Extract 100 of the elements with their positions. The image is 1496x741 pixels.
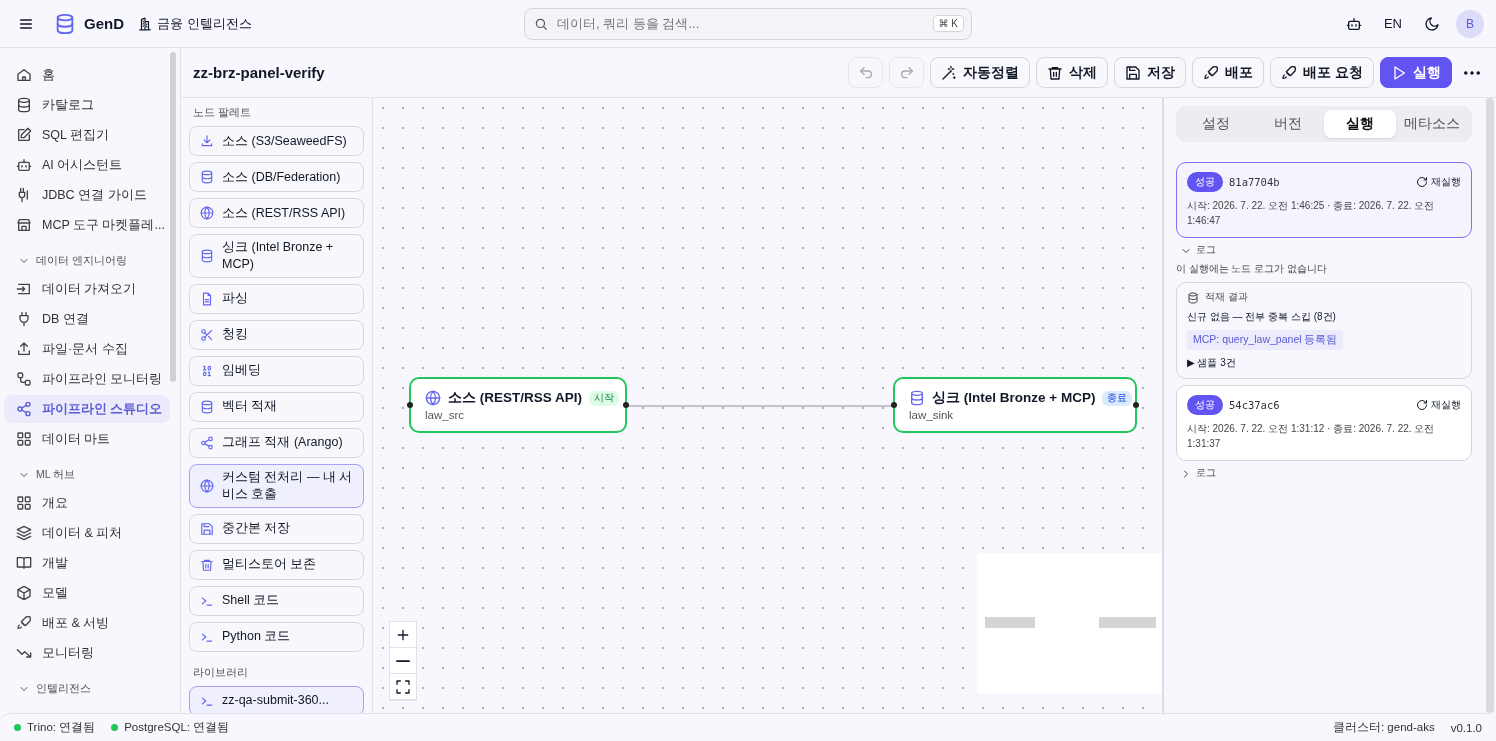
tab[interactable]: 버전 [1252, 110, 1324, 138]
language-button[interactable]: EN [1377, 10, 1408, 37]
sidebar-item[interactable]: 개요 [4, 489, 170, 517]
import-icon [16, 281, 32, 297]
scissors-icon [200, 327, 214, 342]
palette-item[interactable]: 파싱 [189, 283, 364, 314]
db-icon [200, 248, 214, 263]
robot-icon [1345, 15, 1362, 32]
log-toggle[interactable]: 로그 [1176, 244, 1216, 257]
sidebar-item[interactable]: 모델 [4, 579, 170, 607]
sidebar-item[interactable]: AI 어시스턴트 [4, 151, 170, 179]
db-icon [909, 390, 925, 406]
toolbar-button[interactable]: 삭제 [1036, 57, 1109, 88]
palette-item[interactable]: 소스 (DB/Federation) [189, 162, 364, 192]
moon-icon [1424, 15, 1440, 32]
log-message: 이 실행에는 노드 로그가 없습니다 [1176, 263, 1328, 276]
sidebar-item[interactable]: 홈 [4, 61, 170, 89]
minimap-node [1099, 617, 1156, 628]
plug-icon [16, 311, 32, 327]
section-header[interactable]: 인텔리전스 [4, 668, 170, 702]
toolbar-button[interactable]: 자동정렬 [930, 57, 1031, 88]
pipeline-node[interactable]: 싱크 (Intel Bronze + MCP) 종료 law_sink [893, 377, 1137, 433]
share-icon [16, 401, 32, 417]
fullscreen-icon [395, 678, 411, 695]
pipeline-title: zz-brz-panel-verify [193, 64, 325, 81]
toolbar-button[interactable]: 배포 요청 [1270, 57, 1374, 88]
rocket-icon [1203, 64, 1220, 81]
sidebar-item[interactable]: 파이프라인 모니터링 [4, 365, 170, 393]
save-icon [200, 521, 214, 536]
building-icon [138, 16, 152, 31]
node-handle[interactable] [407, 402, 413, 408]
run-button[interactable]: 실행 [1380, 57, 1452, 88]
tab[interactable]: 설정 [1180, 110, 1252, 138]
palette-item[interactable]: Shell 코드 [189, 585, 364, 616]
globe-icon [425, 390, 441, 406]
db-icon [200, 170, 214, 184]
run-time: 시작: 2026. 7. 22. 오전 1:31:12 · 종료: 2026. 7. 22. 오전 1:31:37 [1187, 422, 1436, 451]
sidebar-item[interactable]: 데이터 마트 [4, 425, 170, 453]
node-handle[interactable] [623, 402, 629, 408]
node-handle[interactable] [891, 402, 897, 408]
sidebar-item[interactable]: DB 연결 [4, 305, 170, 333]
result-tag: MCP: query_law_panel 등록됨 [1187, 330, 1344, 350]
sidebar-item[interactable]: 파이프라인 스튜디오 [4, 395, 170, 423]
node-id: law_sink [909, 409, 955, 421]
palette-item[interactable]: Python 코드 [189, 621, 364, 652]
sidebar-item[interactable]: JDBC 연결 가이드 [4, 181, 170, 209]
sidebar-item[interactable]: 파일·문서 수집 [4, 335, 170, 363]
home-icon [16, 67, 32, 83]
palette-item[interactable]: 싱크 (Intel Bronze + MCP) [189, 234, 364, 278]
palette-item[interactable]: 중간본 저장 [189, 513, 364, 544]
sidebar-item[interactable]: 모니터링 [4, 639, 170, 667]
sidebar-item[interactable]: SQL 편집기 [4, 121, 170, 149]
sidebar-item[interactable]: 개발 [4, 549, 170, 577]
rocket-icon [1281, 64, 1298, 81]
tab[interactable]: 실행 [1324, 110, 1396, 138]
section-header[interactable]: 데이터 엔지니어링 [4, 240, 170, 274]
version-label: v0.1.0 [1450, 721, 1482, 734]
palette-item[interactable]: 벡터 적재 [189, 391, 364, 422]
run-id: 81a7704b [1229, 176, 1281, 188]
log-toggle[interactable]: 로그 [1176, 467, 1216, 480]
minus-icon [396, 658, 410, 663]
upload-icon [16, 341, 32, 357]
palette-item[interactable]: 청킹 [189, 319, 364, 350]
palette-item[interactable]: 그래프 적재 (Arango) [189, 427, 364, 458]
sidebar-item[interactable]: 데이터 & 피처 [4, 519, 170, 547]
palette-item[interactable]: 임베딩 [189, 355, 364, 386]
samples-toggle[interactable]: ▶ 샘플 3건 [1187, 356, 1236, 370]
box-icon [16, 585, 32, 601]
more-icon [1464, 70, 1480, 75]
sidebar-item[interactable]: MCP 도구 마켓플레... [4, 211, 170, 239]
palette-item[interactable]: 커스텀 전처리 — 내 서비스 호출 [189, 463, 364, 508]
avatar[interactable]: B [1456, 9, 1484, 38]
library-item[interactable]: zz-qa-submit-360... [189, 685, 364, 713]
rerun-button[interactable]: 재실행 [1416, 175, 1461, 189]
toolbar-button[interactable]: 저장 [1114, 57, 1187, 88]
db-icon [1187, 291, 1199, 304]
globe-icon [200, 478, 214, 493]
scrollbar[interactable] [1486, 98, 1494, 713]
section-header[interactable]: ML 허브 [4, 454, 170, 488]
sidebar-item[interactable]: 데이터 가져오기 [4, 275, 170, 303]
tab[interactable]: 메타소스 [1396, 110, 1468, 138]
book-icon [16, 555, 32, 571]
sidebar-item[interactable]: 카탈로그 [4, 91, 170, 119]
scrollbar[interactable] [170, 52, 176, 382]
workspace-button[interactable]: 금융 인텔리전스 [138, 14, 252, 33]
node-handle[interactable] [1133, 402, 1139, 408]
palette-item[interactable]: 소스 (REST/RSS API) [189, 198, 364, 228]
robot-icon [16, 157, 32, 173]
palette-item[interactable]: 멀티스토어 보존 [189, 549, 364, 580]
sidebar-item[interactable]: 배포 & 서빙 [4, 609, 170, 637]
undo-icon [857, 64, 874, 81]
pipeline-node[interactable]: 소스 (REST/RSS API) 시작 law_src [409, 377, 627, 433]
rerun-button[interactable]: 재실행 [1416, 398, 1461, 412]
connection-status: Trino: 연결됨 [27, 720, 96, 735]
play-icon [1391, 64, 1407, 81]
run-card[interactable]: 성공 81a7704b 재실행 시작: 2026. 7. 22. 오전 1:46:25 · 종료: 2026. 7. 22. 오전 1:46:47 [1176, 162, 1472, 238]
save-icon [1125, 64, 1142, 81]
palette-item[interactable]: 소스 (S3/SeaweedFS) [189, 126, 364, 156]
run-card[interactable]: 성공 54c37ac6 재실행 시작: 2026. 7. 22. 오전 1:31:12 · 종료: 2026. 7. 22. 오전 1:31:37 [1176, 385, 1472, 461]
toolbar-button[interactable]: 배포 [1192, 57, 1265, 88]
